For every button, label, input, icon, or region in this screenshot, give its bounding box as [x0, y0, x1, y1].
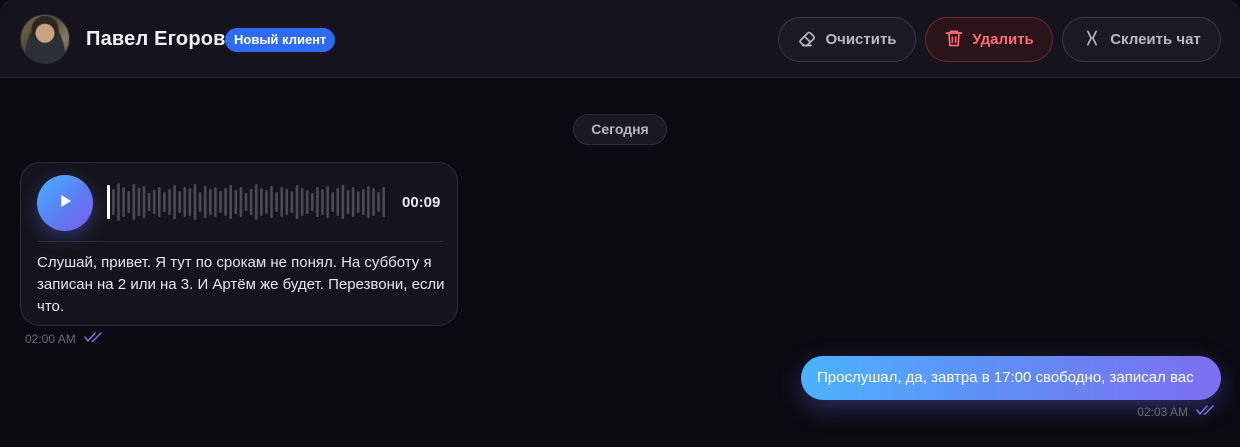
message-meta: 02:03 AM [1137, 404, 1216, 419]
waveform-bar [224, 188, 227, 216]
waveform-bar [158, 187, 161, 217]
waveform-bar [265, 190, 268, 214]
waveform-bar [260, 188, 263, 216]
waveform-bar [147, 193, 151, 211]
waveform-bar [336, 188, 340, 216]
waveform-bar [234, 190, 238, 214]
waveform-bar [214, 187, 217, 217]
waveform-bar [295, 185, 299, 219]
waveform-bar [163, 192, 166, 212]
waveform-bar [275, 192, 278, 212]
message-meta: 02:00 AM [25, 331, 104, 346]
waveform-bar [183, 187, 187, 217]
delete-button[interactable]: Удалить [925, 17, 1053, 62]
merge-icon [1082, 28, 1102, 52]
waveform-bar [198, 192, 202, 212]
waveform-bar [249, 189, 253, 215]
waveform-bar [219, 191, 222, 213]
waveform-bar [362, 189, 365, 215]
voice-duration: 00:09 [402, 194, 441, 211]
double-check-icon [83, 331, 104, 346]
outgoing-message-bubble: Прослушал, да, завтра в 17:00 свободно, … [801, 356, 1221, 400]
waveform-bar [112, 189, 115, 215]
divider [37, 241, 443, 242]
waveform-bar [331, 192, 334, 212]
eraser-icon [797, 28, 817, 52]
waveform-bar [377, 192, 380, 212]
double-check-icon [1196, 404, 1216, 419]
waveform-bar [372, 188, 375, 216]
waveform-bar [341, 185, 345, 219]
delete-button-label: Удалить [972, 31, 1034, 48]
waveform-bar [132, 184, 136, 220]
waveform-bar [311, 193, 314, 211]
date-separator: Сегодня [573, 114, 667, 145]
waveform-bar [178, 191, 181, 213]
waveform-bar [122, 187, 125, 217]
waveform-bar [193, 184, 197, 220]
waveform-bar [285, 189, 289, 215]
waveform-bar [290, 191, 294, 213]
play-icon [56, 192, 74, 215]
waveform-bar [229, 185, 232, 219]
waveform-bar [321, 189, 324, 215]
waveform-bar [280, 187, 283, 217]
waveform-bar [209, 189, 212, 215]
merge-chat-button-label: Склеить чат [1110, 31, 1201, 48]
status-badge: Новый клиент [225, 28, 336, 52]
waveform-bar [254, 184, 258, 220]
audio-waveform[interactable] [107, 181, 389, 223]
voice-transcript: Слушай, привет. Я тут по срокам не понял… [37, 254, 445, 315]
waveform-bar [346, 190, 350, 214]
waveform-bar [152, 190, 156, 214]
clear-button-label: Очистить [825, 31, 897, 48]
waveform-bar [351, 187, 355, 217]
waveform-bar [316, 187, 319, 217]
message-time: 02:00 AM [25, 331, 76, 346]
contact-name[interactable]: Павел Егоров [86, 28, 226, 51]
trash-icon [944, 28, 964, 52]
waveform-bar [142, 186, 146, 218]
waveform-bar [127, 191, 130, 213]
voice-message-bubble: 00:09 Слушай, привет. Я тут по срокам не… [20, 162, 458, 326]
waveform-bar [300, 188, 304, 216]
waveform-bar [244, 193, 248, 211]
waveform-bar [305, 190, 309, 214]
waveform-bar [168, 189, 171, 215]
waveform-bar [326, 186, 329, 218]
waveform-bar [382, 187, 385, 217]
waveform-bar [356, 191, 360, 213]
message-time: 02:03 AM [1137, 404, 1188, 419]
clear-button[interactable]: Очистить [778, 17, 916, 62]
merge-chat-button[interactable]: Склеить чат [1062, 17, 1221, 62]
waveform-bar [367, 186, 370, 218]
waveform-bar [188, 188, 192, 216]
play-button[interactable] [37, 175, 93, 231]
waveform-bar [137, 188, 141, 216]
waveform-bar [239, 187, 243, 217]
chat-header: Павел Егоров Новый клиент Очистить Удали… [0, 0, 1240, 78]
waveform-bar [203, 186, 207, 218]
waveform-bar [173, 185, 176, 219]
waveform-bar [117, 183, 120, 221]
avatar[interactable] [20, 14, 70, 64]
waveform-bar [270, 186, 273, 218]
playback-cursor [107, 185, 110, 219]
